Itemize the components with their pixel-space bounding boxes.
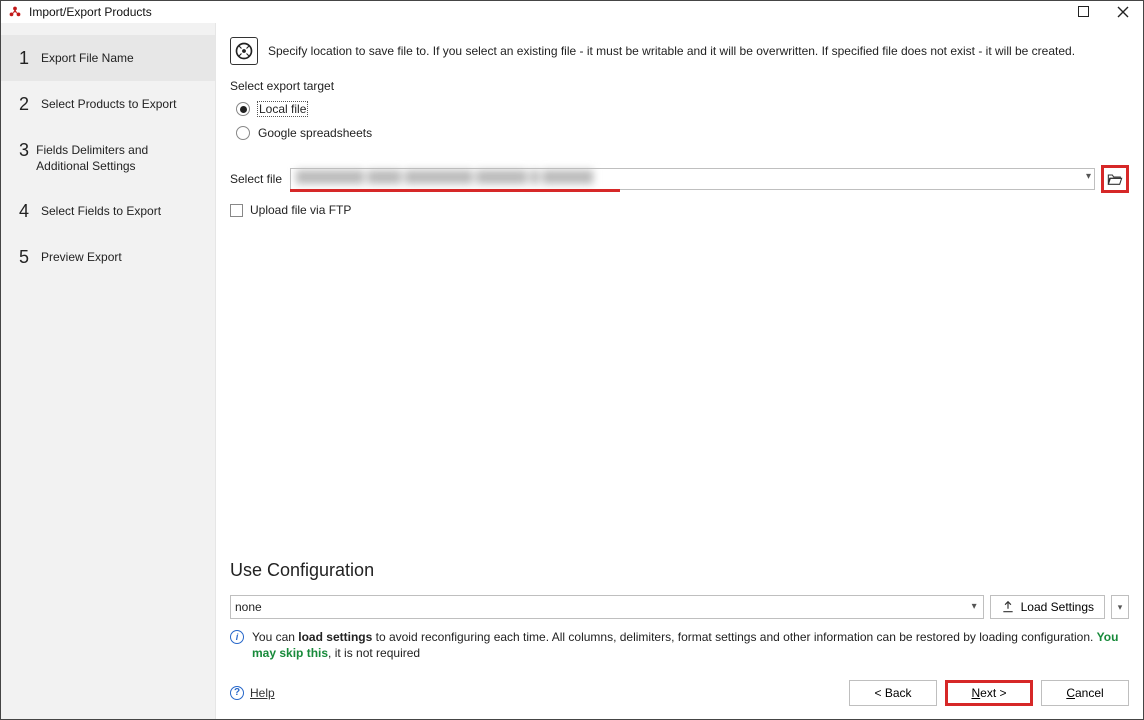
checkbox-icon (230, 204, 243, 217)
configuration-selected-value: none (235, 600, 262, 614)
content-inner: Specify location to save file to. If you… (216, 23, 1143, 546)
select-file-row: Select file ████████ ████ ████████ █████… (230, 165, 1129, 193)
info-text: You can load settings to avoid reconfigu… (252, 629, 1129, 661)
next-button[interactable]: Next > (945, 680, 1033, 706)
help-label: Help (250, 686, 275, 700)
step-number: 3 (19, 141, 36, 159)
dialog-body: 1 Export File Name 2 Select Products to … (1, 23, 1143, 719)
configuration-select[interactable]: none ▾ (230, 595, 984, 619)
step-number: 1 (19, 49, 41, 67)
radio-google-spreadsheets[interactable]: Google spreadsheets (236, 123, 1129, 143)
dialog-footer: ? Help < Back Next > Cancel (216, 675, 1143, 719)
radio-icon (236, 126, 250, 140)
browse-button[interactable] (1101, 165, 1129, 193)
radio-label: Google spreadsheets (257, 126, 373, 140)
window-title: Import/Export Products (29, 5, 152, 19)
upload-ftp-checkbox-row[interactable]: Upload file via FTP (230, 203, 1129, 217)
load-settings-label: Load Settings (1021, 600, 1094, 614)
wizard-step-5[interactable]: 5 Preview Export (1, 234, 215, 280)
dialog-window: Import/Export Products 1 Export File Nam… (0, 0, 1144, 720)
radio-icon (236, 102, 250, 116)
file-input-wrap: ████████ ████ ████████ ██████ █ ██████ █… (290, 168, 1095, 190)
load-settings-button[interactable]: Load Settings (990, 595, 1105, 619)
step-label: Select Fields to Export (41, 202, 161, 219)
wizard-content: Specify location to save file to. If you… (216, 23, 1143, 719)
step-label: Fields Delimiters and Additional Setting… (36, 141, 203, 174)
radio-label: Local file (257, 101, 308, 117)
load-settings-dropdown[interactable]: ▾ (1111, 595, 1129, 619)
file-path-input[interactable] (290, 168, 1095, 190)
wizard-step-2[interactable]: 2 Select Products to Export (1, 81, 215, 127)
footer-buttons: < Back Next > Cancel (849, 680, 1129, 706)
wizard-step-4[interactable]: 4 Select Fields to Export (1, 188, 215, 234)
step-label: Select Products to Export (41, 95, 176, 112)
highlight-underline (290, 189, 620, 192)
checkbox-label: Upload file via FTP (250, 203, 351, 217)
radio-local-file[interactable]: Local file (236, 99, 1129, 119)
step-label: Preview Export (41, 248, 122, 265)
titlebar: Import/Export Products (1, 1, 1143, 23)
step-number: 4 (19, 202, 41, 220)
page-description: Specify location to save file to. If you… (268, 37, 1075, 59)
help-link[interactable]: ? Help (230, 686, 275, 700)
window-controls (1063, 1, 1143, 23)
step-number: 5 (19, 248, 41, 266)
step-label: Export File Name (41, 49, 134, 66)
info-icon: i (230, 630, 244, 644)
configuration-section: Use Configuration none ▾ Load Settings ▾… (216, 546, 1143, 675)
cancel-button[interactable]: Cancel (1041, 680, 1129, 706)
back-button[interactable]: < Back (849, 680, 937, 706)
disk-icon (230, 37, 258, 65)
export-target-label: Select export target (230, 79, 1129, 93)
configuration-heading: Use Configuration (230, 560, 1129, 581)
configuration-info: i You can load settings to avoid reconfi… (230, 629, 1129, 661)
wizard-sidebar: 1 Export File Name 2 Select Products to … (1, 23, 216, 719)
step-number: 2 (19, 95, 41, 113)
select-file-label: Select file (230, 172, 282, 186)
page-header: Specify location to save file to. If you… (230, 37, 1129, 65)
close-button[interactable] (1103, 1, 1143, 23)
wizard-step-1[interactable]: 1 Export File Name (1, 35, 215, 81)
chevron-down-icon[interactable]: ▾ (1086, 171, 1091, 182)
wizard-step-3[interactable]: 3 Fields Delimiters and Additional Setti… (1, 127, 215, 188)
maximize-button[interactable] (1063, 1, 1103, 23)
chevron-down-icon: ▾ (972, 601, 977, 612)
app-icon (7, 4, 23, 20)
configuration-row: none ▾ Load Settings ▾ (230, 595, 1129, 619)
folder-open-icon (1107, 172, 1123, 186)
help-icon: ? (230, 686, 244, 700)
upload-icon (1001, 600, 1015, 614)
